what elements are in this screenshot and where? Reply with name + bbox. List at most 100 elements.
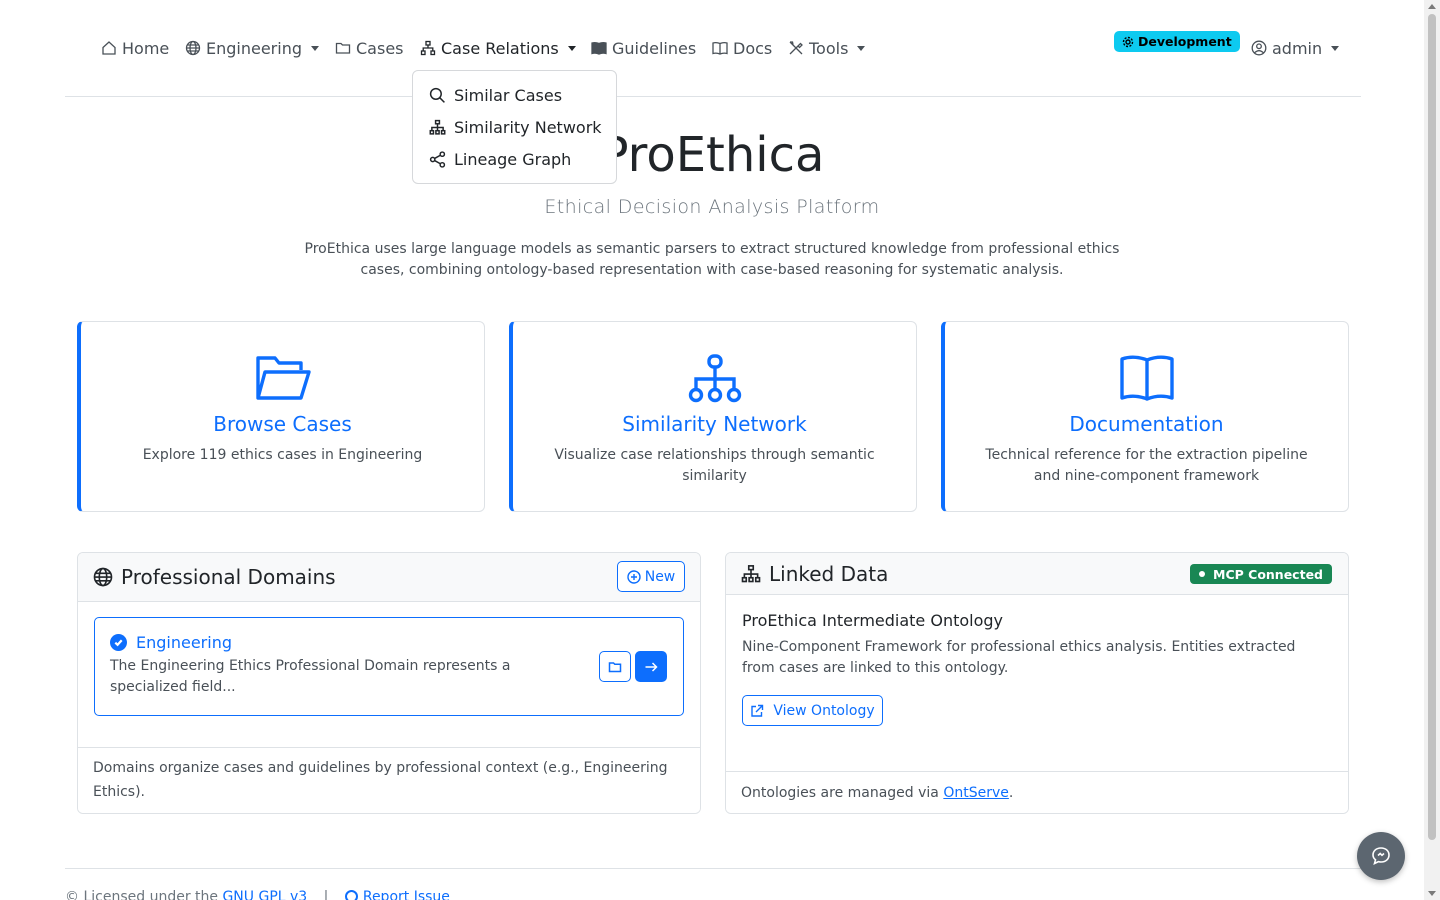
nav-guidelines[interactable]: Guidelines [591,36,696,60]
arrow-right-icon [645,661,658,672]
nav-tools[interactable]: Tools [788,36,866,60]
panel-title-label: Professional Domains [121,565,336,589]
feature-card-documentation[interactable]: Documentation Technical reference for th… [941,321,1349,512]
nav-docs[interactable]: Docs [712,36,772,60]
nav-tools-label: Tools [809,38,849,58]
new-domain-button[interactable]: New [617,561,685,592]
dropdown-item-label: Lineage Graph [454,149,572,169]
nav-home[interactable]: Home [101,36,169,60]
user-menu[interactable]: admin [1251,36,1340,60]
nav-guidelines-label: Guidelines [612,38,697,58]
environment-badge-label: Development [1138,34,1232,49]
domain-open-button[interactable] [635,651,667,682]
user-menu-label: admin [1272,38,1323,58]
report-issue-link[interactable]: Report Issue [363,889,450,900]
page: Home Engineering Cases Case Relations Gu… [0,0,1424,900]
folder-open-icon [255,356,311,400]
nav-cases-label: Cases [356,38,404,58]
view-ontology-label: View Ontology [773,702,875,719]
ontserve-link[interactable]: OntServe [943,785,1009,801]
scroll-up-arrow-icon[interactable] [1428,4,1436,9]
check-circle-icon [110,634,127,651]
folder-open-icon-wrap [81,352,484,404]
panel-footer: Domains organize cases and guidelines by… [78,747,700,813]
page-subtitle: Ethical Decision Analysis Platform [544,196,880,218]
nav-home-label: Home [122,38,170,58]
feature-card-title: Documentation [1069,412,1224,436]
book-icon [1119,355,1174,401]
dropdown-item-label: Similar Cases [454,85,563,105]
scrollbar[interactable] [1424,0,1440,900]
dropdown-item-similarity-network[interactable]: Similarity Network [413,111,616,143]
scroll-down-arrow-icon[interactable] [1428,891,1436,896]
dropdown-item-label: Similarity Network [454,117,602,137]
feature-card-title: Browse Cases [213,412,352,436]
feature-card-similarity-network[interactable]: Similarity Network Visualize case relati… [509,321,917,512]
page-footer: © Licensed under the GNU GPL v3 | Report… [65,868,1361,900]
feature-card-title: Similarity Network [622,412,807,436]
share-icon [429,150,446,168]
nav-engineering[interactable]: Engineering [185,36,319,60]
panel-title: Linked Data [741,562,888,586]
person-circle-icon [1251,40,1267,56]
domain-name-label: Engineering [136,633,232,652]
tools-icon [789,41,803,55]
nav-docs-label: Docs [733,38,773,58]
diagram-icon-wrap [513,352,916,404]
chat-icon [1372,847,1390,865]
professional-domains-panel: Professional Domains New Engineering The… [77,552,701,814]
diagram-icon [420,40,436,56]
linked-data-panel: Linked Data MCP Connected ProEthica Inte… [725,552,1349,814]
license-prefix: © Licensed under the [65,889,223,900]
new-domain-label: New [644,568,676,585]
domain-cases-button[interactable] [599,651,631,682]
github-icon [344,890,358,900]
domain-card-engineering[interactable]: Engineering The Engineering Ethics Profe… [94,617,684,716]
scroll-thumb[interactable] [1428,14,1436,840]
footer-separator: | [323,889,329,900]
panel-footer: Ontologies are managed via OntServe. [726,771,1348,813]
chat-button[interactable] [1357,832,1405,880]
globe-icon [93,567,113,587]
book-icon-wrap [945,352,1348,404]
diagram-icon [688,354,741,403]
caret-down-icon [857,45,866,51]
environment-badge: Development [1114,31,1240,52]
domain-description: The Engineering Ethics Professional Doma… [110,658,511,695]
feature-card-description: Technical reference for the extraction p… [985,447,1308,484]
mcp-status-badge: MCP Connected [1190,564,1332,584]
page-title: ProEthica [599,127,825,183]
ontology-title: ProEthica Intermediate Ontology [742,611,1004,630]
search-icon [429,87,445,103]
panel-title: Professional Domains [93,565,336,589]
caret-down-icon [1331,45,1340,51]
journal-icon [591,41,607,55]
nav-engineering-label: Engineering [206,38,302,58]
footer-suffix: . [1008,785,1014,801]
ontology-description: Nine-Component Framework for professiona… [742,639,1296,676]
license-link[interactable]: GNU GPL v3 [222,889,307,900]
status-dot-icon [1199,571,1206,577]
folder-icon [335,42,351,54]
caret-down-icon [311,45,319,51]
nav-case-relations[interactable]: Case Relations [420,36,576,60]
view-ontology-button[interactable]: View Ontology [742,695,883,726]
diagram-icon [741,565,761,583]
nav-cases[interactable]: Cases [335,36,404,60]
caret-down-icon [567,45,576,51]
feature-card-description: Visualize case relationships through sem… [554,447,875,484]
dropdown-item-lineage-graph[interactable]: Lineage Graph [413,143,616,175]
feature-card-description: Explore 119 ethics cases in Engineering [142,447,423,463]
mcp-status-label: MCP Connected [1213,566,1323,582]
dropdown-item-similar-cases[interactable]: Similar Cases [413,79,616,111]
navbar: Home Engineering Cases Case Relations Gu… [65,0,1361,97]
feature-card-browse-cases[interactable]: Browse Cases Explore 119 ethics cases in… [77,321,485,512]
house-icon [102,41,116,55]
external-link-icon [751,704,764,717]
globe-icon [185,40,201,56]
footer-prefix: Ontologies are managed via [741,785,944,801]
panel-header: Linked Data MCP Connected [726,553,1348,595]
diagram-icon [429,119,446,135]
case-relations-dropdown: Similar Cases Similarity Network Lineage… [412,70,617,184]
panel-title-label: Linked Data [769,562,889,586]
